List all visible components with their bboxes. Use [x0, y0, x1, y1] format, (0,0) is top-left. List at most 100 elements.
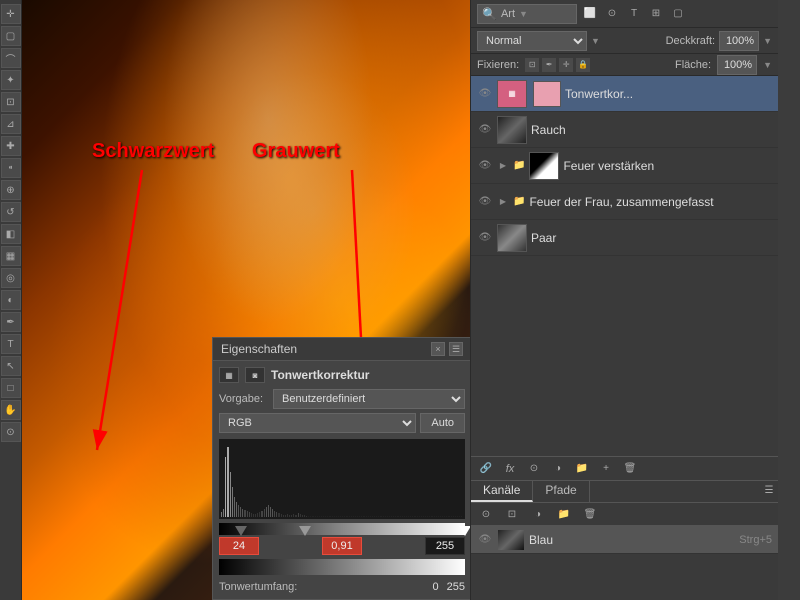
channels-action2[interactable]: ⊡ [503, 505, 521, 523]
channel-name-blau: Blau [529, 533, 735, 547]
tab-pfade[interactable]: Pfade [533, 481, 589, 502]
flaeche-label: Fläche: [675, 59, 711, 71]
square-icon-toolbar[interactable]: ▢ [669, 5, 687, 23]
gray-handle[interactable] [299, 526, 311, 536]
output-row: Tonwertumfang: 0 255 [219, 581, 465, 593]
layer-vis-paar[interactable]: 👁 [477, 230, 493, 246]
eyedropper-tool[interactable]: ⊿ [1, 114, 21, 134]
grid-icon-toolbar[interactable]: ⊞ [647, 5, 665, 23]
opacity-dropdown-arrow: ▼ [763, 36, 772, 46]
layer-name-tonwert: Tonwertkor... [565, 87, 772, 101]
group-btn[interactable]: 📁 [573, 460, 591, 478]
path-selection-tool[interactable]: ↖ [1, 356, 21, 376]
left-toolbar: ✛ ▢ ⌒ ✦ ⊡ ⊿ ✚ ⁌ ⊕ ↺ ◧ ▦ ◎ ◐ ✒ T ↖ □ ✋ ⊙ [0, 0, 22, 600]
channel-row: RGB Auto [219, 413, 465, 433]
vorgabe-select[interactable]: Benutzerdefiniert [273, 389, 465, 409]
right-panel: 🔍 Art ▼ ⬜ ⊙ T ⊞ ▢ Normal ▼ Deckkraft: ▼ … [470, 0, 778, 600]
panel-close-btn[interactable]: × [431, 342, 445, 356]
output-gradient[interactable] [219, 559, 465, 575]
gradient-tool[interactable]: ▦ [1, 246, 21, 266]
delete-layer-btn[interactable]: 🗑 [621, 460, 639, 478]
layer-vis-rauch[interactable]: 👁 [477, 122, 493, 138]
blur-tool[interactable]: ◎ [1, 268, 21, 288]
search-box[interactable]: 🔍 Art ▼ [477, 4, 577, 24]
layer-item-rauch[interactable]: 👁 Rauch [471, 112, 778, 148]
layer-name-feuerv: Feuer verstärken [563, 159, 772, 173]
search-text: Art [501, 8, 515, 20]
channel-select[interactable]: RGB [219, 413, 416, 433]
tab-kanaele[interactable]: Kanäle [471, 481, 533, 502]
flaeche-input[interactable] [717, 55, 757, 75]
input-values: 24 0,91 255 [219, 537, 465, 555]
channels-bottom-toolbar: ⊙ ⊡ ◑ 📁 🗑 [471, 503, 778, 526]
heal-tool[interactable]: ✚ [1, 136, 21, 156]
channel-thumb-blau [497, 529, 525, 551]
add-mask-btn[interactable]: ⊙ [525, 460, 543, 478]
shape-tool[interactable]: □ [1, 378, 21, 398]
layer-item-paar[interactable]: 👁 Paar [471, 220, 778, 256]
link-layers-btn[interactable]: 🔗 [477, 460, 495, 478]
blend-dropdown-arrow: ▼ [591, 36, 600, 46]
lock-all-icon[interactable]: 🔒 [576, 58, 590, 72]
text-icon-toolbar[interactable]: T [625, 5, 643, 23]
lasso-tool[interactable]: ⌒ [1, 48, 21, 68]
layer-expand-feuerv[interactable]: ▶ [497, 160, 509, 172]
input-slider-gradient[interactable] [219, 523, 465, 535]
gray-value-box[interactable]: 0,91 [322, 537, 362, 555]
layer-item-feuerfr[interactable]: 👁 ▶ 📁 Feuer der Frau, zusammengefasst [471, 184, 778, 220]
white-value-box[interactable]: 255 [425, 537, 465, 555]
channel-item-blau[interactable]: 👁 Blau Strg+5 [471, 526, 778, 554]
hand-tool[interactable]: ✋ [1, 400, 21, 420]
brush-tool[interactable]: ⁌ [1, 158, 21, 178]
dodge-tool[interactable]: ◐ [1, 290, 21, 310]
vorgabe-row: Vorgabe: Benutzerdefiniert [219, 389, 465, 409]
channel-vis-blau[interactable]: 👁 [477, 532, 493, 548]
lock-move-icon[interactable]: ✛ [559, 58, 573, 72]
move-tool[interactable]: ✛ [1, 4, 21, 24]
bottom-tabs: Kanäle Pfade ☰ [471, 481, 778, 503]
layer-vis-feuerv[interactable]: 👁 [477, 158, 493, 174]
eraser-tool[interactable]: ◧ [1, 224, 21, 244]
new-image-icon[interactable]: ⬜ [581, 5, 599, 23]
layer-item-tonwert[interactable]: 👁 ▦ Tonwertkor... [471, 76, 778, 112]
panel-menu-btn[interactable]: ☰ [449, 342, 463, 356]
new-layer-btn[interactable]: + [597, 460, 615, 478]
channels-action1[interactable]: ⊙ [477, 505, 495, 523]
camera-icon[interactable]: ⊙ [603, 5, 621, 23]
panel-title: Eigenschaften [221, 342, 297, 356]
crop-tool[interactable]: ⊡ [1, 92, 21, 112]
top-toolbar: 🔍 Art ▼ ⬜ ⊙ T ⊞ ▢ [471, 0, 778, 28]
layer-vis-feuerfr[interactable]: 👁 [477, 194, 493, 210]
output-label: Tonwertumfang: [219, 581, 297, 593]
black-value-box[interactable]: 24 [219, 537, 259, 555]
vorgabe-label: Vorgabe: [219, 393, 269, 405]
layer-thumb-rauch [497, 116, 527, 144]
layer-vis-tonwert[interactable]: 👁 [477, 86, 493, 102]
layer-item-feuerv[interactable]: 👁 ▶ 📁 Feuer verstärken [471, 148, 778, 184]
channels-action5[interactable]: 🗑 [581, 505, 599, 523]
auto-button[interactable]: Auto [420, 413, 465, 433]
panel-menu-channels[interactable]: ☰ [760, 481, 778, 499]
search-dropdown-arrow[interactable]: ▼ [519, 9, 528, 19]
zoom-tool[interactable]: ⊙ [1, 422, 21, 442]
lock-transparency-icon[interactable]: ⊡ [525, 58, 539, 72]
magic-wand-tool[interactable]: ✦ [1, 70, 21, 90]
black-handle[interactable] [235, 526, 247, 536]
white-handle[interactable] [459, 526, 470, 536]
clone-tool[interactable]: ⊕ [1, 180, 21, 200]
panel-content: ▦ ◙ Tonwertkorrektur Vorgabe: Benutzerde… [213, 361, 470, 599]
channels-action4[interactable]: 📁 [555, 505, 573, 523]
layers-bottom-toolbar: 🔗 fx ⊙ ◑ 📁 + 🗑 [471, 456, 778, 480]
opacity-input[interactable] [719, 31, 759, 51]
selection-tool[interactable]: ▢ [1, 26, 21, 46]
adjustment-btn[interactable]: ◑ [549, 460, 567, 478]
canvas-image: Schwarzwert Grauwert [22, 0, 470, 600]
text-tool[interactable]: T [1, 334, 21, 354]
fx-btn[interactable]: fx [501, 460, 519, 478]
layer-expand-feuerfr[interactable]: ▶ [497, 196, 509, 208]
history-brush-tool[interactable]: ↺ [1, 202, 21, 222]
lock-paint-icon[interactable]: ✒ [542, 58, 556, 72]
pen-tool[interactable]: ✒ [1, 312, 21, 332]
channels-action3[interactable]: ◑ [529, 505, 547, 523]
blend-mode-select[interactable]: Normal [477, 31, 587, 51]
